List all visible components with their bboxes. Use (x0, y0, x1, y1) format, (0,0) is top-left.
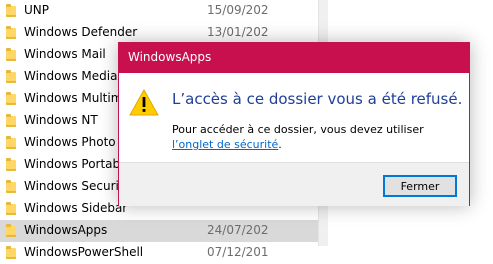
file-name: WindowsPowerShell (24, 245, 144, 259)
folder-icon (6, 48, 16, 61)
folder-icon (6, 114, 16, 127)
detail-suffix: . (278, 138, 282, 151)
dialog-detail: Pour accéder à ce dossier, vous devez ut… (172, 122, 462, 152)
file-date: 24/07/202 (207, 223, 269, 237)
access-denied-dialog: WindowsApps L’accès à ce dossier vous a … (118, 42, 470, 206)
dialog-title: WindowsApps (128, 50, 212, 64)
file-name: WindowsApps (24, 223, 108, 237)
dialog-footer: Fermer (119, 162, 469, 206)
folder-icon (6, 246, 16, 259)
folder-icon (6, 180, 16, 193)
detail-text: Pour accéder à ce dossier, vous devez ut… (172, 123, 424, 136)
security-tab-link[interactable]: l’onglet de sécurité (172, 138, 278, 151)
folder-icon (6, 202, 16, 215)
folder-icon (6, 224, 16, 237)
dialog-message: L’accès à ce dossier vous a été refusé. (172, 90, 463, 108)
file-row[interactable]: Windows Defender 13/01/202 (0, 22, 318, 44)
close-button[interactable]: Fermer (383, 175, 457, 197)
warning-icon (129, 89, 159, 116)
folder-icon (6, 136, 16, 149)
file-row[interactable]: UNP 15/09/202 (0, 0, 318, 22)
file-date: 07/12/201 (207, 245, 269, 259)
file-row[interactable]: WindowsApps 24/07/202 (0, 220, 318, 242)
file-name: Windows Defender (24, 25, 138, 39)
folder-icon (6, 26, 16, 39)
folder-icon (6, 4, 16, 17)
file-date: 15/09/202 (207, 3, 269, 17)
folder-icon (6, 70, 16, 83)
file-name: UNP (24, 3, 49, 17)
file-row[interactable]: WindowsPowerShell 07/12/201 (0, 242, 318, 264)
file-date: 13/01/202 (207, 25, 269, 39)
folder-icon (6, 92, 16, 105)
folder-icon (6, 158, 16, 171)
dialog-titlebar[interactable]: WindowsApps (119, 43, 469, 73)
